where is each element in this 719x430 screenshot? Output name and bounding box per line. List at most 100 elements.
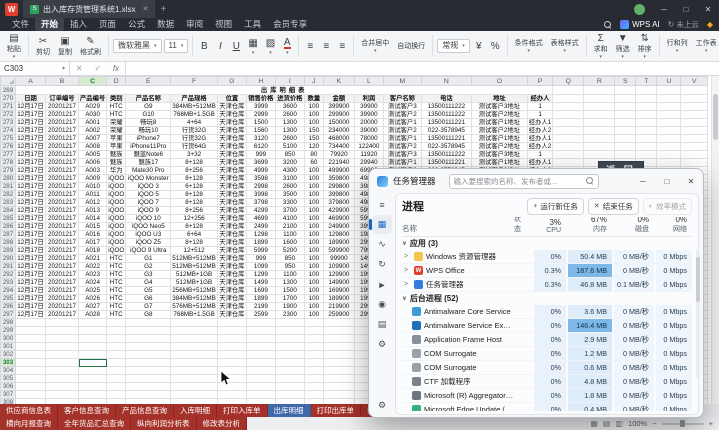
cell-B307[interactable] bbox=[45, 390, 79, 399]
cell-E283[interactable]: iQOO 7 bbox=[125, 198, 172, 207]
cell-I287[interactable]: 1100 bbox=[274, 230, 305, 239]
cell-D272[interactable]: HTC bbox=[106, 110, 127, 119]
wps-logo[interactable]: W bbox=[5, 2, 18, 16]
column-header-E[interactable]: E bbox=[125, 76, 172, 86]
column-header-U[interactable]: U bbox=[656, 76, 682, 86]
row-header-270[interactable]: 270 bbox=[0, 94, 16, 103]
cell-D283[interactable]: iQOO bbox=[106, 198, 127, 207]
row-header-283[interactable]: 283 bbox=[0, 198, 16, 207]
cell-C281[interactable]: A010 bbox=[77, 182, 108, 191]
cell-H273[interactable]: 1500 bbox=[245, 118, 276, 127]
cell-E282[interactable]: iQOO 5 bbox=[125, 190, 172, 199]
column-header-I[interactable]: I bbox=[274, 76, 305, 86]
cell-J274[interactable]: 150 bbox=[303, 126, 324, 135]
cell-H282[interactable]: 3998 bbox=[245, 190, 276, 199]
cell-J281[interactable]: 100 bbox=[303, 182, 324, 191]
cell-S273[interactable] bbox=[614, 118, 637, 127]
row-header-291[interactable]: 291 bbox=[0, 262, 16, 271]
cell-I289[interactable]: 5200 bbox=[274, 246, 305, 255]
cell-C305[interactable] bbox=[77, 374, 108, 383]
cell-E303[interactable] bbox=[125, 358, 172, 367]
cell-H296[interactable]: 2199 bbox=[245, 302, 276, 311]
row-header-290[interactable]: 290 bbox=[0, 254, 16, 263]
cell-K272[interactable]: 299900 bbox=[322, 110, 355, 119]
cell-I299[interactable] bbox=[274, 326, 305, 335]
cell-C301[interactable] bbox=[77, 342, 108, 351]
cell-K297[interactable]: 259900 bbox=[322, 310, 355, 319]
cell-D278[interactable]: 魅族 bbox=[106, 158, 127, 167]
formula-input[interactable] bbox=[126, 62, 719, 75]
row-header-300[interactable]: 300 bbox=[0, 334, 16, 343]
menu-item-页面[interactable]: 页面 bbox=[93, 18, 122, 31]
cell-H274[interactable]: 1560 bbox=[245, 126, 276, 135]
cell-E287[interactable]: iQOO U3 bbox=[125, 230, 172, 239]
cell-C272[interactable]: A030 bbox=[77, 110, 108, 119]
cell-H272[interactable]: 2999 bbox=[245, 110, 276, 119]
cell-G290[interactable]: 天津仓库 bbox=[216, 254, 247, 263]
cell-U274[interactable] bbox=[656, 126, 682, 135]
sheet-tab-纵向利润分析表[interactable]: 纵向利润分析表 bbox=[131, 417, 197, 430]
cell-E290[interactable]: G1 bbox=[125, 254, 172, 263]
cell-V275[interactable] bbox=[680, 134, 709, 143]
cell-I294[interactable]: 1500 bbox=[274, 286, 305, 295]
cell-F289[interactable]: 12+512 bbox=[170, 246, 218, 255]
cell-I280[interactable]: 3100 bbox=[274, 174, 305, 183]
ribbon-currency[interactable]: ¥ bbox=[472, 40, 486, 53]
scrollbar-thumb[interactable] bbox=[713, 94, 718, 140]
row-header-285[interactable]: 285 bbox=[0, 214, 16, 223]
cell-D297[interactable]: HTC bbox=[106, 310, 127, 319]
cell-F306[interactable] bbox=[170, 382, 218, 391]
cell-S272[interactable] bbox=[614, 110, 637, 119]
cell-H305[interactable] bbox=[245, 374, 276, 383]
sheet-tab-打印入库单[interactable]: 打印入库单 bbox=[217, 404, 268, 417]
cell-E281[interactable]: iQOO 3 bbox=[125, 182, 172, 191]
cell-A282[interactable]: 12月17日 bbox=[15, 190, 46, 199]
cell-G270[interactable]: 位置 bbox=[216, 94, 247, 103]
cell-D305[interactable] bbox=[106, 374, 127, 383]
cell-A289[interactable]: 12月17日 bbox=[15, 246, 46, 255]
cell-F281[interactable]: 6+128 bbox=[170, 182, 218, 191]
cell-K283[interactable]: 379800 bbox=[322, 198, 355, 207]
cell-N274[interactable]: 022-3578945 bbox=[420, 126, 472, 135]
cell-I300[interactable] bbox=[274, 334, 305, 343]
cell-K274[interactable]: 234000 bbox=[322, 126, 355, 135]
cell-A275[interactable]: 12月17日 bbox=[15, 134, 46, 143]
cell-E299[interactable] bbox=[125, 326, 172, 335]
cell-G285[interactable]: 天津仓库 bbox=[216, 214, 247, 223]
cell-G282[interactable]: 天津仓库 bbox=[216, 190, 247, 199]
cell-F272[interactable]: 768MB+1.5GB bbox=[170, 110, 218, 119]
cell-D284[interactable]: iQOO bbox=[106, 206, 127, 215]
cell-I282[interactable]: 3500 bbox=[274, 190, 305, 199]
cell-N271[interactable]: 13500111222 bbox=[420, 102, 472, 111]
cell-B286[interactable]: 20201217 bbox=[45, 222, 79, 231]
cell-T270[interactable] bbox=[635, 94, 658, 103]
cell-G280[interactable]: 天津仓库 bbox=[216, 174, 247, 183]
cell-I272[interactable]: 2600 bbox=[274, 110, 305, 119]
cell-M277[interactable]: 测试客户3 bbox=[382, 150, 422, 159]
cell-G298[interactable] bbox=[216, 318, 247, 327]
tm-group-header[interactable]: ∨ 后台进程 (52) bbox=[402, 292, 692, 305]
cell-A271[interactable]: 12月17日 bbox=[15, 102, 46, 111]
column-header-L[interactable]: L bbox=[353, 76, 384, 86]
cell-J291[interactable]: 100 bbox=[303, 262, 324, 271]
cell-G295[interactable]: 天津仓库 bbox=[216, 294, 247, 303]
taskmgr-nav-details-icon[interactable]: ▤ bbox=[372, 315, 392, 334]
cell-F285[interactable]: 12+256 bbox=[170, 214, 218, 223]
cell-L271[interactable]: 39900 bbox=[353, 102, 384, 111]
cell-Q270[interactable] bbox=[552, 94, 585, 103]
taskmgr-nav-users-icon[interactable]: ◉ bbox=[372, 295, 392, 314]
cell-B306[interactable] bbox=[45, 382, 79, 391]
cell-C299[interactable] bbox=[77, 326, 108, 335]
cell-A296[interactable]: 12月17日 bbox=[15, 302, 46, 311]
column-header-K[interactable]: K bbox=[322, 76, 355, 86]
cell-V271[interactable] bbox=[680, 102, 709, 111]
cell-K271[interactable]: 399900 bbox=[322, 102, 355, 111]
cell-I306[interactable] bbox=[274, 382, 305, 391]
ribbon-worksheet[interactable]: 工作表 ▾ bbox=[693, 39, 719, 54]
cell-D301[interactable] bbox=[106, 342, 127, 351]
cell-I281[interactable]: 2600 bbox=[274, 182, 305, 191]
cell-I274[interactable]: 1300 bbox=[274, 126, 305, 135]
cell-K303[interactable] bbox=[322, 358, 355, 367]
cell-K280[interactable]: 359800 bbox=[322, 174, 355, 183]
cell-J270[interactable]: 数量 bbox=[303, 94, 324, 103]
